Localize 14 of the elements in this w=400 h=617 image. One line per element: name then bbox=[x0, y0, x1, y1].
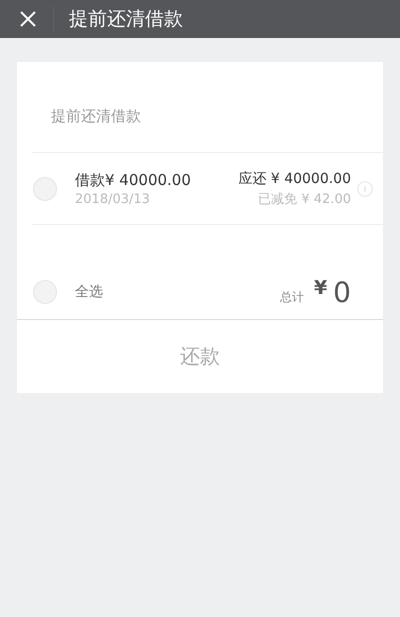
waived-amount: 已减免 ¥ 42.00 bbox=[258, 190, 351, 208]
section-title: 提前还清借款 bbox=[50, 106, 142, 127]
total-amount: 0 bbox=[333, 276, 351, 308]
loan-date: 2018/03/13 bbox=[75, 192, 151, 206]
select-all-checkbox[interactable] bbox=[33, 280, 57, 304]
due-amount: 应还 ¥ 40000.00 bbox=[238, 170, 351, 188]
close-icon[interactable] bbox=[19, 10, 37, 28]
info-icon[interactable] bbox=[357, 180, 373, 196]
page-title: 提前还清借款 bbox=[69, 7, 183, 32]
loan-checkbox[interactable] bbox=[33, 176, 57, 200]
total-label: 总计 bbox=[280, 288, 304, 306]
select-all-label: 全选 bbox=[75, 283, 103, 301]
currency-symbol: ¥ bbox=[314, 277, 328, 299]
loan-amount: 借款¥ 40000.00 bbox=[75, 170, 191, 190]
